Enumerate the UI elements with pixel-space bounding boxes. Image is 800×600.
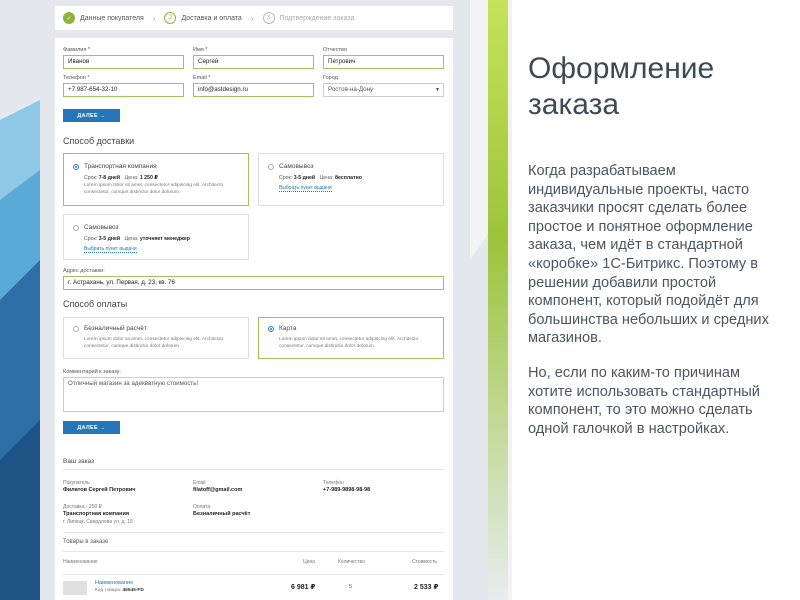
divider (63, 574, 444, 575)
col-name-header: Наименование (63, 559, 98, 565)
step-number: 3 (262, 12, 275, 24)
delivery-title: Способ доставки (63, 136, 135, 146)
last-name-field[interactable]: Иванов (63, 55, 184, 69)
products-title: Товары в заказе (63, 539, 109, 545)
radio-button[interactable] (268, 164, 274, 170)
product-thumbnail (63, 581, 87, 595)
phone-label: Телефон * (63, 75, 90, 81)
table-row: Наименование Код товара: 46545-FD 6 981 … (63, 579, 444, 599)
delivery-option-transport[interactable]: Транспортная компания Срок: 7-8 дней Цен… (63, 153, 249, 206)
order-phone-value: +7-989-9898-98-98 (323, 487, 371, 493)
chevron-right-icon: › (250, 13, 254, 23)
divider (508, 0, 512, 600)
city-select[interactable]: Ростов-на-Дону ▾ (323, 83, 444, 97)
accent-stripe (488, 0, 508, 600)
option-title: Самовывоз (279, 163, 314, 170)
option-title: Транспортная компания (84, 163, 157, 170)
last-name-label: Фамилия * (63, 47, 91, 53)
divider (63, 532, 444, 533)
first-name-field[interactable]: Сергей (193, 55, 314, 69)
city-value: Ростов-на-Дону (328, 86, 374, 93)
next-button-2[interactable]: ДАЛЕЕ → (63, 421, 120, 434)
checkout-form: Фамилия * Иванов Имя * Сергей Отчество П… (55, 38, 453, 600)
payment-title: Способ оплаты (63, 299, 128, 309)
radio-button[interactable] (73, 164, 79, 170)
order-payment-label: Оплата (193, 504, 211, 510)
check-icon: ✓ (63, 12, 75, 24)
order-phone-label: Телефон (323, 480, 344, 486)
description-paragraph-1: Когда разрабатываем индивидуальные проек… (528, 163, 769, 347)
choose-pickup-link[interactable]: Выбрать пункт выдачи (279, 185, 332, 192)
option-meta: Срок: 3-5 дней Цена: бесплатно (279, 175, 362, 181)
description-panel: Оформление заказа Когда разрабатываем ин… (528, 0, 788, 600)
option-title: Безналичный расчёт (84, 325, 147, 332)
delivery-option-pickup-1[interactable]: Самовывоз Срок: 3-5 дней Цена: бесплатно… (258, 153, 444, 206)
col-qty-header: Количество (338, 559, 365, 565)
first-name-label: Имя * (193, 47, 208, 53)
step-label: Подтверждение заказа (279, 14, 355, 22)
page-title: Оформление заказа (528, 52, 715, 121)
radio-button[interactable] (268, 326, 274, 332)
next-button[interactable]: ДАЛЕЕ → (63, 109, 120, 122)
order-buyer-label: Покупатель (63, 480, 90, 486)
col-total-header: Стоимость (412, 559, 438, 565)
step-delivery-payment[interactable]: 2 Доставка и оплата (164, 12, 242, 24)
description-paragraph-2: Но, если по каким-то причинам хотите исп… (528, 364, 760, 437)
order-title: Ваш заказ (63, 458, 95, 465)
option-meta: Срок: 3-5 дней Цена: уточняет менеджер (84, 236, 190, 242)
order-delivery-address: г. Липецк, Свердлова ул, д. 15 (63, 519, 133, 525)
email-label: Email * (193, 75, 211, 81)
product-qty: 5 (349, 584, 353, 590)
radio-button[interactable] (73, 326, 79, 332)
step-label: Данные покупателя (80, 14, 144, 22)
product-code: Код товара: 46545-FD (95, 588, 144, 593)
order-delivery-label: Доставка - 250 ₽ (63, 504, 102, 510)
comment-value: Отличный магазин за адекватную стоимость… (68, 380, 199, 387)
step-number: 2 (164, 12, 177, 24)
order-payment-value: Безналичный расчёт (193, 511, 251, 517)
payment-option-cashless[interactable]: Безналичный расчёт Lorem ipsum dolor sit… (63, 317, 249, 359)
comment-label: Комментарий к заказу: (63, 369, 121, 375)
middle-name-field[interactable]: Петрович (323, 55, 444, 69)
phone-field[interactable]: +7 987-654-32-10 (63, 83, 184, 97)
step-buyer-data[interactable]: ✓ Данные покупателя (63, 12, 144, 24)
order-delivery-value: Транспортная компания (63, 511, 130, 517)
product-name-link[interactable]: Наименование (95, 580, 133, 586)
col-price-header: Цена (303, 559, 316, 565)
option-description: Lorem ipsum dolor sit amet, consectetur … (84, 183, 224, 195)
option-description: Lorem ipsum dolor sit amet, consectetur … (84, 337, 224, 349)
option-description: Lorem ipsum dolor sit amet, consectetur … (279, 337, 419, 349)
option-title: Самовывоз (84, 224, 119, 231)
product-total: 2 533 ₽ (414, 584, 439, 591)
choose-pickup-link[interactable]: Выбрать пункт выдачи (84, 246, 137, 253)
chevron-down-icon: ▾ (435, 87, 439, 93)
divider (63, 551, 444, 552)
city-label: Город (323, 75, 338, 81)
checkout-steps: ✓ Данные покупателя › 2 Доставка и оплат… (55, 6, 453, 30)
email-field[interactable]: info@astdesign.ru (193, 83, 314, 97)
address-label: Адрес доставки: (63, 268, 105, 274)
middle-name-label: Отчество (323, 47, 347, 53)
comment-textarea[interactable]: Отличный магазин за адекватную стоимость… (63, 377, 444, 412)
step-label: Доставка и оплата (181, 14, 242, 22)
divider (63, 469, 444, 470)
radio-button[interactable] (73, 225, 79, 231)
order-buyer-value: Филатов Сергей Петрович (63, 487, 136, 493)
payment-option-card[interactable]: Карта Lorem ipsum dolor sit amet, consec… (258, 317, 444, 359)
option-title: Карта (279, 325, 297, 332)
address-field[interactable]: г. Астрахань, ул. Первая, д. 23, кв. 76 (63, 276, 444, 290)
delivery-option-pickup-2[interactable]: Самовывоз Срок: 3-5 дней Цена: уточняет … (63, 214, 249, 260)
step-confirmation[interactable]: 3 Подтверждение заказа (262, 12, 355, 24)
option-meta: Срок: 7-8 дней Цена: 1 250 ₽ (84, 175, 158, 181)
order-email-value: filatoff@gmail.com (193, 487, 243, 493)
product-price: 6 981 ₽ (291, 584, 316, 591)
order-email-label: Email (193, 480, 206, 486)
chevron-right-icon: › (152, 13, 156, 23)
